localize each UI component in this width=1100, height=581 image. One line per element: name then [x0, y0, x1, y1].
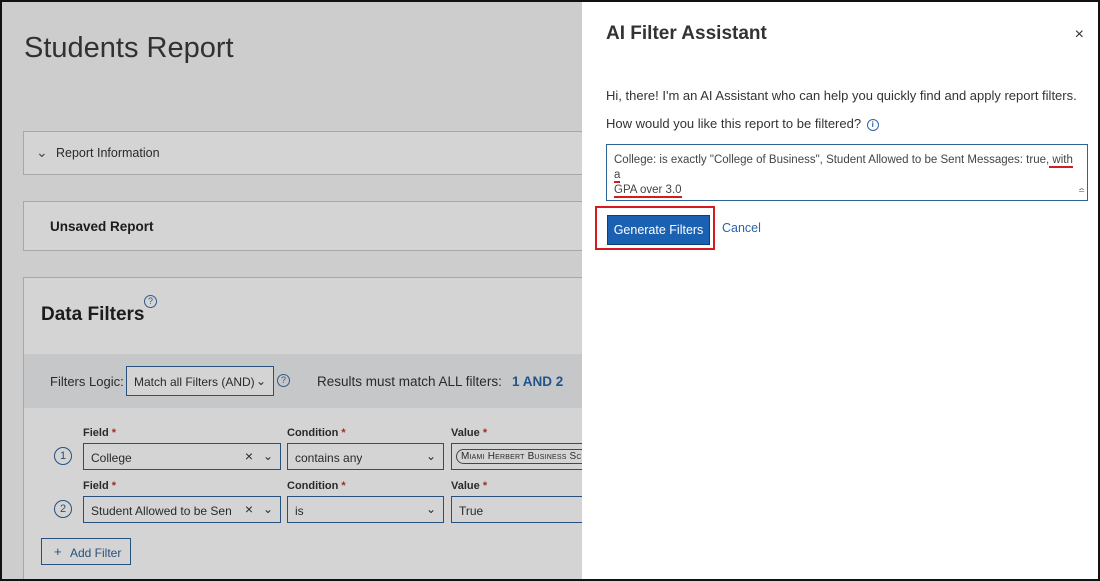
chevron-down-icon: ⌄ — [425, 449, 436, 463]
add-filter-button[interactable]: + Add Filter — [41, 538, 131, 565]
condition-select[interactable]: contains any ⌄ — [287, 443, 444, 470]
field-value: College — [91, 451, 132, 465]
resize-handle-icon[interactable]: ≏ — [1078, 183, 1085, 198]
results-text: Results must match ALL filters: — [317, 374, 502, 389]
highlight-box: Generate Filters — [595, 206, 715, 250]
chevron-down-icon: ⌄ — [425, 502, 436, 516]
assistant-intro: Hi, there! I'm an AI Assistant who can h… — [606, 88, 1077, 103]
field-header: Field * — [83, 480, 117, 492]
filters-logic-value: Match all Filters (AND) — [134, 375, 255, 389]
value-chip: Miami Herbert Business Scho — [456, 449, 582, 464]
add-filter-label: Add Filter — [70, 546, 122, 560]
condition-value: is — [295, 504, 304, 518]
condition-value: contains any — [295, 451, 363, 465]
field-header: Field * — [83, 427, 117, 439]
clear-icon[interactable]: × — [245, 501, 253, 517]
filter-row-number: 1 — [54, 447, 72, 465]
close-icon[interactable]: × — [1075, 26, 1084, 44]
chevron-down-icon: ⌄ — [262, 502, 273, 516]
data-filters-card: Data Filters ? Filters Logic: Match all … — [23, 277, 582, 579]
generate-filters-button[interactable]: Generate Filters — [607, 215, 710, 245]
field-select[interactable]: College × ⌄ — [83, 443, 281, 470]
logic-expression[interactable]: 1 AND 2 — [512, 374, 563, 389]
ai-filter-assistant-panel: AI Filter Assistant × Hi, there! I'm an … — [582, 2, 1098, 579]
filters-logic-select[interactable]: Match all Filters (AND) ⌄ — [126, 366, 274, 396]
chevron-down-icon: ⌄ — [36, 144, 48, 160]
help-icon[interactable]: ? — [277, 374, 290, 387]
value-select[interactable]: True — [451, 496, 582, 523]
plus-icon: + — [54, 544, 62, 559]
filter-row-number: 2 — [54, 500, 72, 518]
assistant-question: How would you like this report to be fil… — [606, 116, 879, 131]
prompt-text: College: is exactly "College of Business… — [614, 154, 1050, 166]
report-page: Students Report ⌄ Report Information Uns… — [2, 2, 582, 579]
report-information-label: Report Information — [56, 146, 160, 160]
value-header: Value * — [451, 480, 488, 492]
chevron-down-icon: ⌄ — [255, 374, 266, 388]
prompt-highlight: GPA over 3.0 — [614, 184, 682, 198]
panel-title: AI Filter Assistant — [606, 23, 767, 44]
page-title: Students Report — [24, 32, 234, 64]
value-select[interactable]: Miami Herbert Business Scho — [451, 443, 582, 470]
filter-prompt-textarea[interactable]: College: is exactly "College of Business… — [606, 144, 1088, 201]
info-icon[interactable]: i — [866, 119, 879, 131]
app-frame: Students Report ⌄ Report Information Uns… — [0, 0, 1100, 581]
value-header: Value * — [451, 427, 488, 439]
filters-logic-label: Filters Logic: — [50, 374, 124, 389]
data-filters-title: Data Filters — [41, 304, 145, 325]
condition-header: Condition * — [287, 480, 346, 492]
filters-logic-bar: Filters Logic: Match all Filters (AND) ⌄… — [24, 354, 582, 408]
unsaved-report-card: Unsaved Report — [23, 201, 582, 251]
unsaved-report-label: Unsaved Report — [50, 219, 154, 234]
chevron-down-icon: ⌄ — [262, 449, 273, 463]
cancel-link[interactable]: Cancel — [722, 221, 761, 235]
condition-select[interactable]: is ⌄ — [287, 496, 444, 523]
help-icon[interactable]: ? — [144, 295, 157, 308]
value-text: True — [459, 504, 484, 518]
condition-header: Condition * — [287, 427, 346, 439]
field-select[interactable]: Student Allowed to be Sent M × ⌄ — [83, 496, 281, 523]
clear-icon[interactable]: × — [245, 448, 253, 464]
report-information-accordion[interactable]: ⌄ Report Information — [23, 131, 582, 175]
field-value: Student Allowed to be Sent M — [91, 504, 231, 518]
